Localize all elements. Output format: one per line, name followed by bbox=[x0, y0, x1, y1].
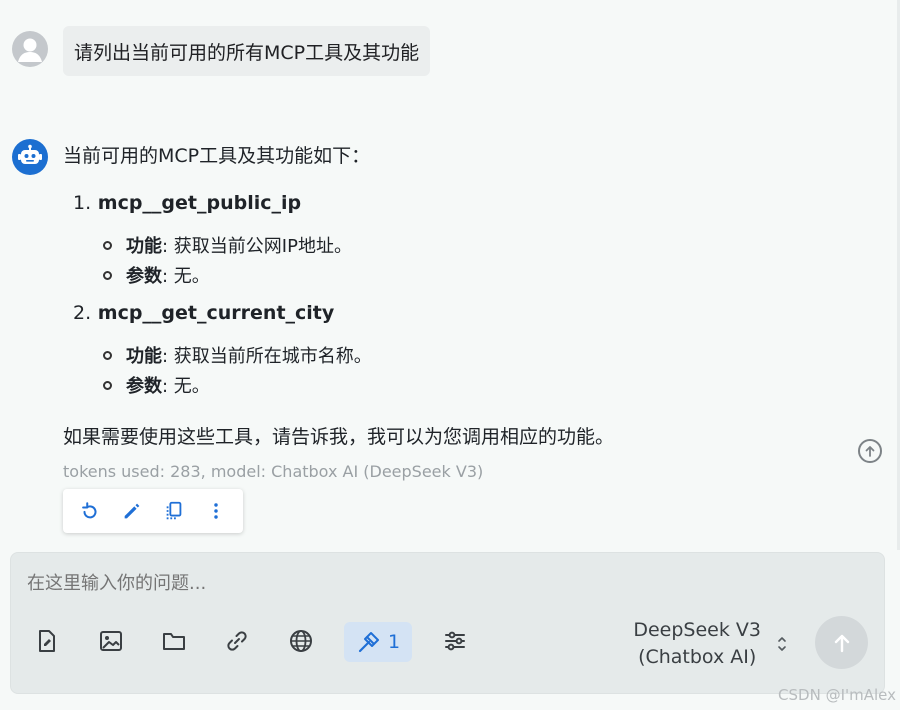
assistant-avatar bbox=[12, 139, 48, 175]
bullet-icon bbox=[103, 350, 112, 360]
bullet-icon bbox=[103, 270, 112, 280]
more-button[interactable] bbox=[201, 496, 231, 526]
more-vertical-icon bbox=[214, 503, 218, 519]
regenerate-button[interactable] bbox=[75, 496, 105, 526]
function-text: : 获取当前所在城市名称。 bbox=[162, 346, 372, 367]
file-icon bbox=[39, 630, 55, 652]
tool-name: mcp__get_current_city bbox=[97, 302, 335, 324]
message-actions bbox=[63, 489, 243, 533]
params-text: : 无。 bbox=[162, 376, 210, 397]
attach-folder-button[interactable] bbox=[155, 622, 193, 660]
attach-image-button[interactable] bbox=[92, 622, 130, 660]
copy-icon bbox=[166, 501, 182, 520]
send-button[interactable] bbox=[815, 616, 868, 669]
chevron-updown-icon bbox=[778, 637, 786, 651]
settings-button[interactable] bbox=[436, 622, 474, 660]
user-avatar bbox=[12, 31, 48, 67]
params-label: 参数 bbox=[126, 376, 162, 397]
arrow-up-icon bbox=[865, 446, 875, 457]
user-message: 请列出当前可用的所有MCP工具及其功能 bbox=[63, 26, 431, 76]
assistant-intro: 当前可用的MCP工具及其功能如下： bbox=[63, 145, 371, 167]
assistant-message: 当前可用的MCP工具及其功能如下： 1. mcp__get_public_ip … bbox=[63, 140, 823, 481]
message-meta: tokens used: 283, model: Chatbox AI (Dee… bbox=[63, 462, 484, 481]
folder-icon bbox=[163, 633, 185, 650]
robot-icon bbox=[18, 144, 42, 164]
refresh-icon bbox=[82, 502, 97, 519]
bullet-icon bbox=[103, 240, 112, 250]
arrow-up-icon bbox=[834, 634, 849, 652]
sliders-icon bbox=[445, 631, 465, 651]
assistant-closing: 如果需要使用这些工具，请告诉我，我可以为您调用相应的功能。 bbox=[63, 426, 615, 448]
scroll-to-top-button[interactable] bbox=[858, 439, 882, 463]
function-text: : 获取当前公网IP地址。 bbox=[162, 236, 352, 257]
tool-function-line: 功能 : 获取当前公网IP地址。 bbox=[103, 232, 352, 258]
tool-item-title: 1. mcp__get_public_ip bbox=[73, 192, 301, 214]
globe-icon bbox=[290, 630, 312, 652]
web-search-button[interactable] bbox=[282, 622, 320, 660]
model-name: DeepSeek V3 (Chatbox AI) bbox=[633, 617, 761, 671]
params-label: 参数 bbox=[126, 266, 162, 287]
function-label: 功能 bbox=[126, 346, 162, 367]
image-icon bbox=[100, 631, 122, 651]
tool-function-line: 功能 : 获取当前所在城市名称。 bbox=[103, 342, 372, 368]
hammer-icon bbox=[358, 632, 379, 653]
model-name-line2: (Chatbox AI) bbox=[638, 646, 757, 668]
list-number: 2. bbox=[73, 302, 92, 324]
tool-params-line: 参数 : 无。 bbox=[103, 372, 210, 398]
model-selector[interactable]: DeepSeek V3 (Chatbox AI) bbox=[621, 616, 789, 672]
user-icon bbox=[18, 38, 42, 62]
copy-button[interactable] bbox=[159, 496, 189, 526]
edit-icon bbox=[124, 503, 140, 519]
edit-button[interactable] bbox=[117, 496, 147, 526]
message-input[interactable] bbox=[27, 573, 727, 594]
list-number: 1. bbox=[73, 192, 92, 214]
mcp-count-badge: 1 bbox=[387, 631, 401, 653]
attach-link-button[interactable] bbox=[218, 622, 256, 660]
mcp-tools-button[interactable]: 1 bbox=[344, 622, 412, 662]
params-text: : 无。 bbox=[162, 266, 210, 287]
attach-file-button[interactable] bbox=[28, 622, 66, 660]
watermark: CSDN @I'mAlex bbox=[778, 686, 896, 704]
tool-params-line: 参数 : 无。 bbox=[103, 262, 210, 288]
chat-app: 请列出当前可用的所有MCP工具及其功能 当前可用的MCP工具及其功能如下： 1.… bbox=[0, 0, 900, 710]
composer: 1 DeepSeek V3 (Chatbox AI) bbox=[10, 552, 885, 694]
tool-name: mcp__get_public_ip bbox=[97, 192, 302, 214]
bullet-icon bbox=[103, 380, 112, 390]
link-icon bbox=[227, 631, 247, 651]
model-name-line1: DeepSeek V3 bbox=[633, 619, 761, 641]
function-label: 功能 bbox=[126, 236, 162, 257]
tool-item-title: 2. mcp__get_current_city bbox=[73, 302, 334, 324]
